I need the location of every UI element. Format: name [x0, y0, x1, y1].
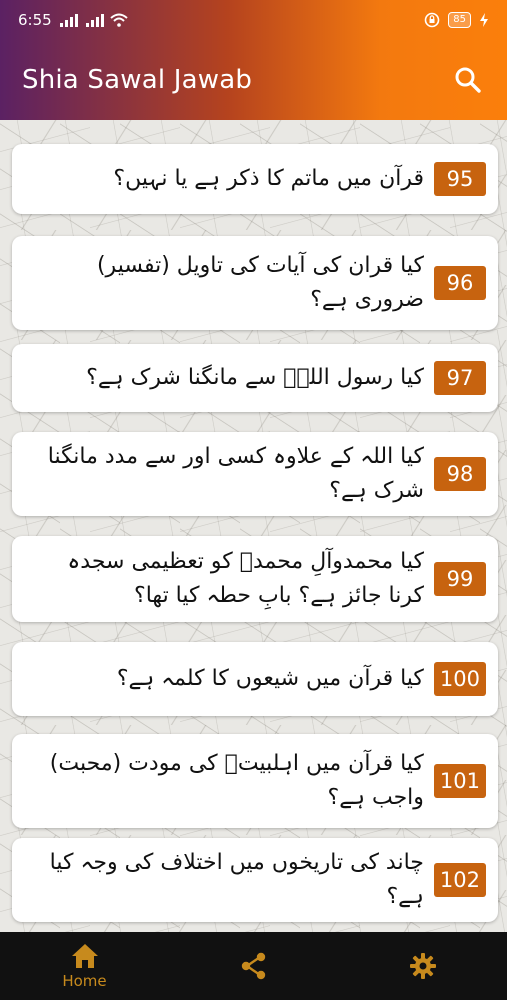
item-question: کیا محمدوآلِ محمدؐ کو تعظیمی سجدہ کرنا ج… [67, 549, 424, 608]
list-item[interactable]: 98 کیا اللہ کے علاوہ کسی اور سے مدد مانگ… [12, 432, 498, 516]
item-question: کیا قرآن میں شیعوں کا کلمہ ہے؟ [116, 666, 424, 691]
gear-icon [409, 953, 436, 979]
alarm-icon [424, 12, 440, 28]
item-number: 96 [434, 266, 486, 300]
list-item[interactable]: 95 قرآن میں ماتم کا ذکر ہے یا نہیں؟ [12, 144, 498, 214]
list-item[interactable]: 96 کیا قران کی آیات کی تاویل (تفسیر) ضرو… [12, 236, 498, 330]
item-question: کیا رسول اللہؐ سے مانگنا شرک ہے؟ [86, 365, 424, 390]
item-question: چاند کی تاریخوں میں اختلاف کی وجہ کیا ہے… [49, 850, 424, 909]
list-item[interactable]: 100 کیا قرآن میں شیعوں کا کلمہ ہے؟ [12, 642, 498, 716]
search-icon [455, 67, 481, 93]
signal-icon-2 [85, 13, 104, 27]
item-question: کیا قران کی آیات کی تاویل (تفسیر) ضروری … [96, 253, 424, 312]
item-question: قرآن میں ماتم کا ذکر ہے یا نہیں؟ [113, 166, 424, 191]
question-list[interactable]: 95 قرآن میں ماتم کا ذکر ہے یا نہیں؟ 96 ک… [0, 120, 507, 932]
bottom-nav: Home [0, 932, 507, 1000]
wifi-icon [110, 13, 128, 27]
item-question: کیا اللہ کے علاوہ کسی اور سے مدد مانگنا … [47, 444, 424, 503]
home-icon [71, 944, 98, 968]
battery-icon: 85 [448, 12, 471, 28]
nav-settings[interactable] [338, 932, 507, 1000]
item-question: کیا قرآن میں اہلبیتؑ کی مودت (محبت) واجب… [49, 751, 424, 810]
toolbar: Shia Sawal Jawab [0, 40, 507, 120]
list-item[interactable]: 101 کیا قرآن میں اہلبیتؑ کی مودت (محبت) … [12, 734, 498, 828]
signal-icon [59, 13, 78, 27]
status-time: 6:55 [18, 11, 52, 29]
item-number: 98 [434, 457, 486, 491]
item-number: 97 [434, 361, 486, 395]
charging-icon [480, 13, 488, 27]
nav-home-label: Home [62, 972, 107, 990]
page-title: Shia Sawal Jawab [22, 65, 253, 95]
item-number: 95 [434, 162, 486, 196]
status-bar: 6:55 85 [0, 0, 507, 40]
item-number: 101 [433, 764, 486, 798]
list-item[interactable]: 97 کیا رسول اللہؐ سے مانگنا شرک ہے؟ [12, 344, 498, 412]
list-item[interactable]: 102 چاند کی تاریخوں میں اختلاف کی وجہ کی… [12, 838, 498, 922]
search-button[interactable] [451, 63, 485, 97]
list-item[interactable]: 99 کیا محمدوآلِ محمدؐ کو تعظیمی سجدہ کرن… [12, 536, 498, 622]
nav-share[interactable] [169, 932, 338, 1000]
item-number: 100 [433, 662, 486, 696]
item-number: 99 [434, 562, 486, 596]
item-number: 102 [433, 863, 486, 897]
share-icon [241, 952, 265, 980]
app-header: 6:55 85 Shia Sawal Jawab [0, 0, 507, 120]
nav-home[interactable]: Home [0, 932, 169, 1000]
